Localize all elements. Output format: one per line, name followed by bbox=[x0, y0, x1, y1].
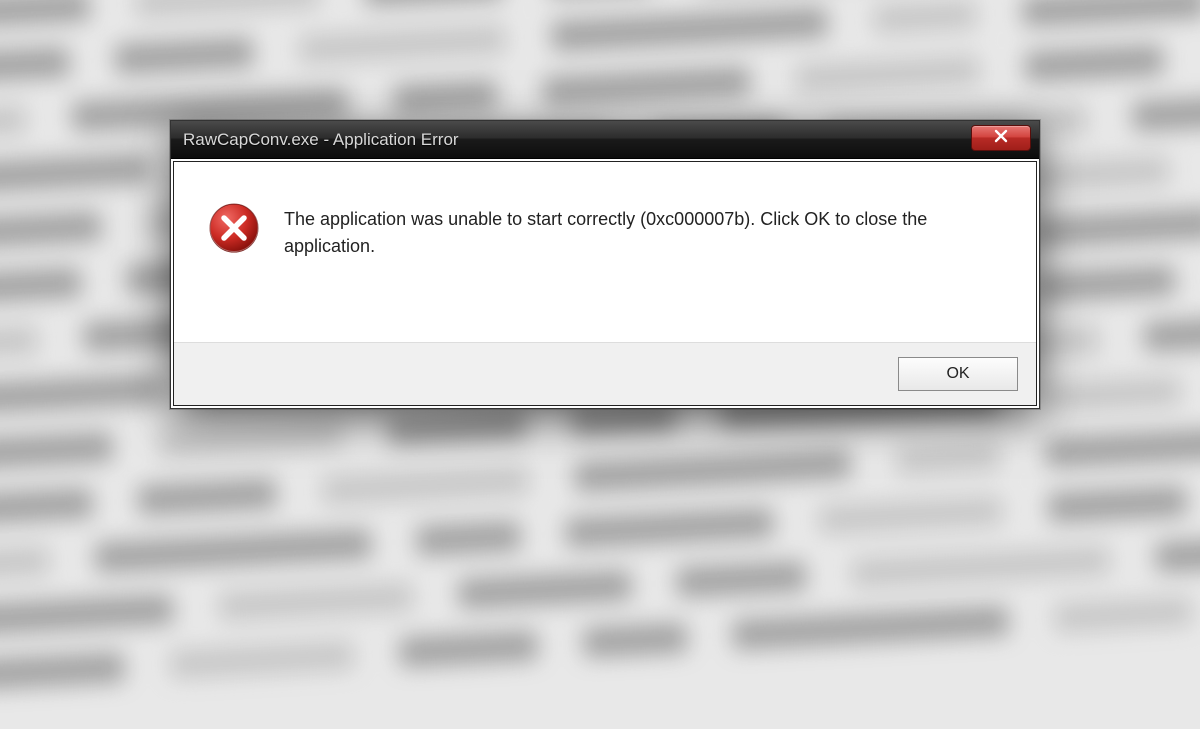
error-dialog: RawCapConv.exe - Application Error bbox=[170, 120, 1040, 409]
error-icon bbox=[208, 202, 260, 254]
dialog-button-row: OK bbox=[174, 342, 1036, 405]
error-message: The application was unable to start corr… bbox=[284, 202, 984, 260]
dialog-title: RawCapConv.exe - Application Error bbox=[183, 130, 459, 150]
close-icon bbox=[993, 128, 1009, 149]
ok-button[interactable]: OK bbox=[898, 357, 1018, 391]
close-button[interactable] bbox=[971, 125, 1031, 151]
dialog-body: The application was unable to start corr… bbox=[173, 161, 1037, 406]
dialog-titlebar[interactable]: RawCapConv.exe - Application Error bbox=[171, 121, 1039, 159]
dialog-content: The application was unable to start corr… bbox=[174, 162, 1036, 342]
